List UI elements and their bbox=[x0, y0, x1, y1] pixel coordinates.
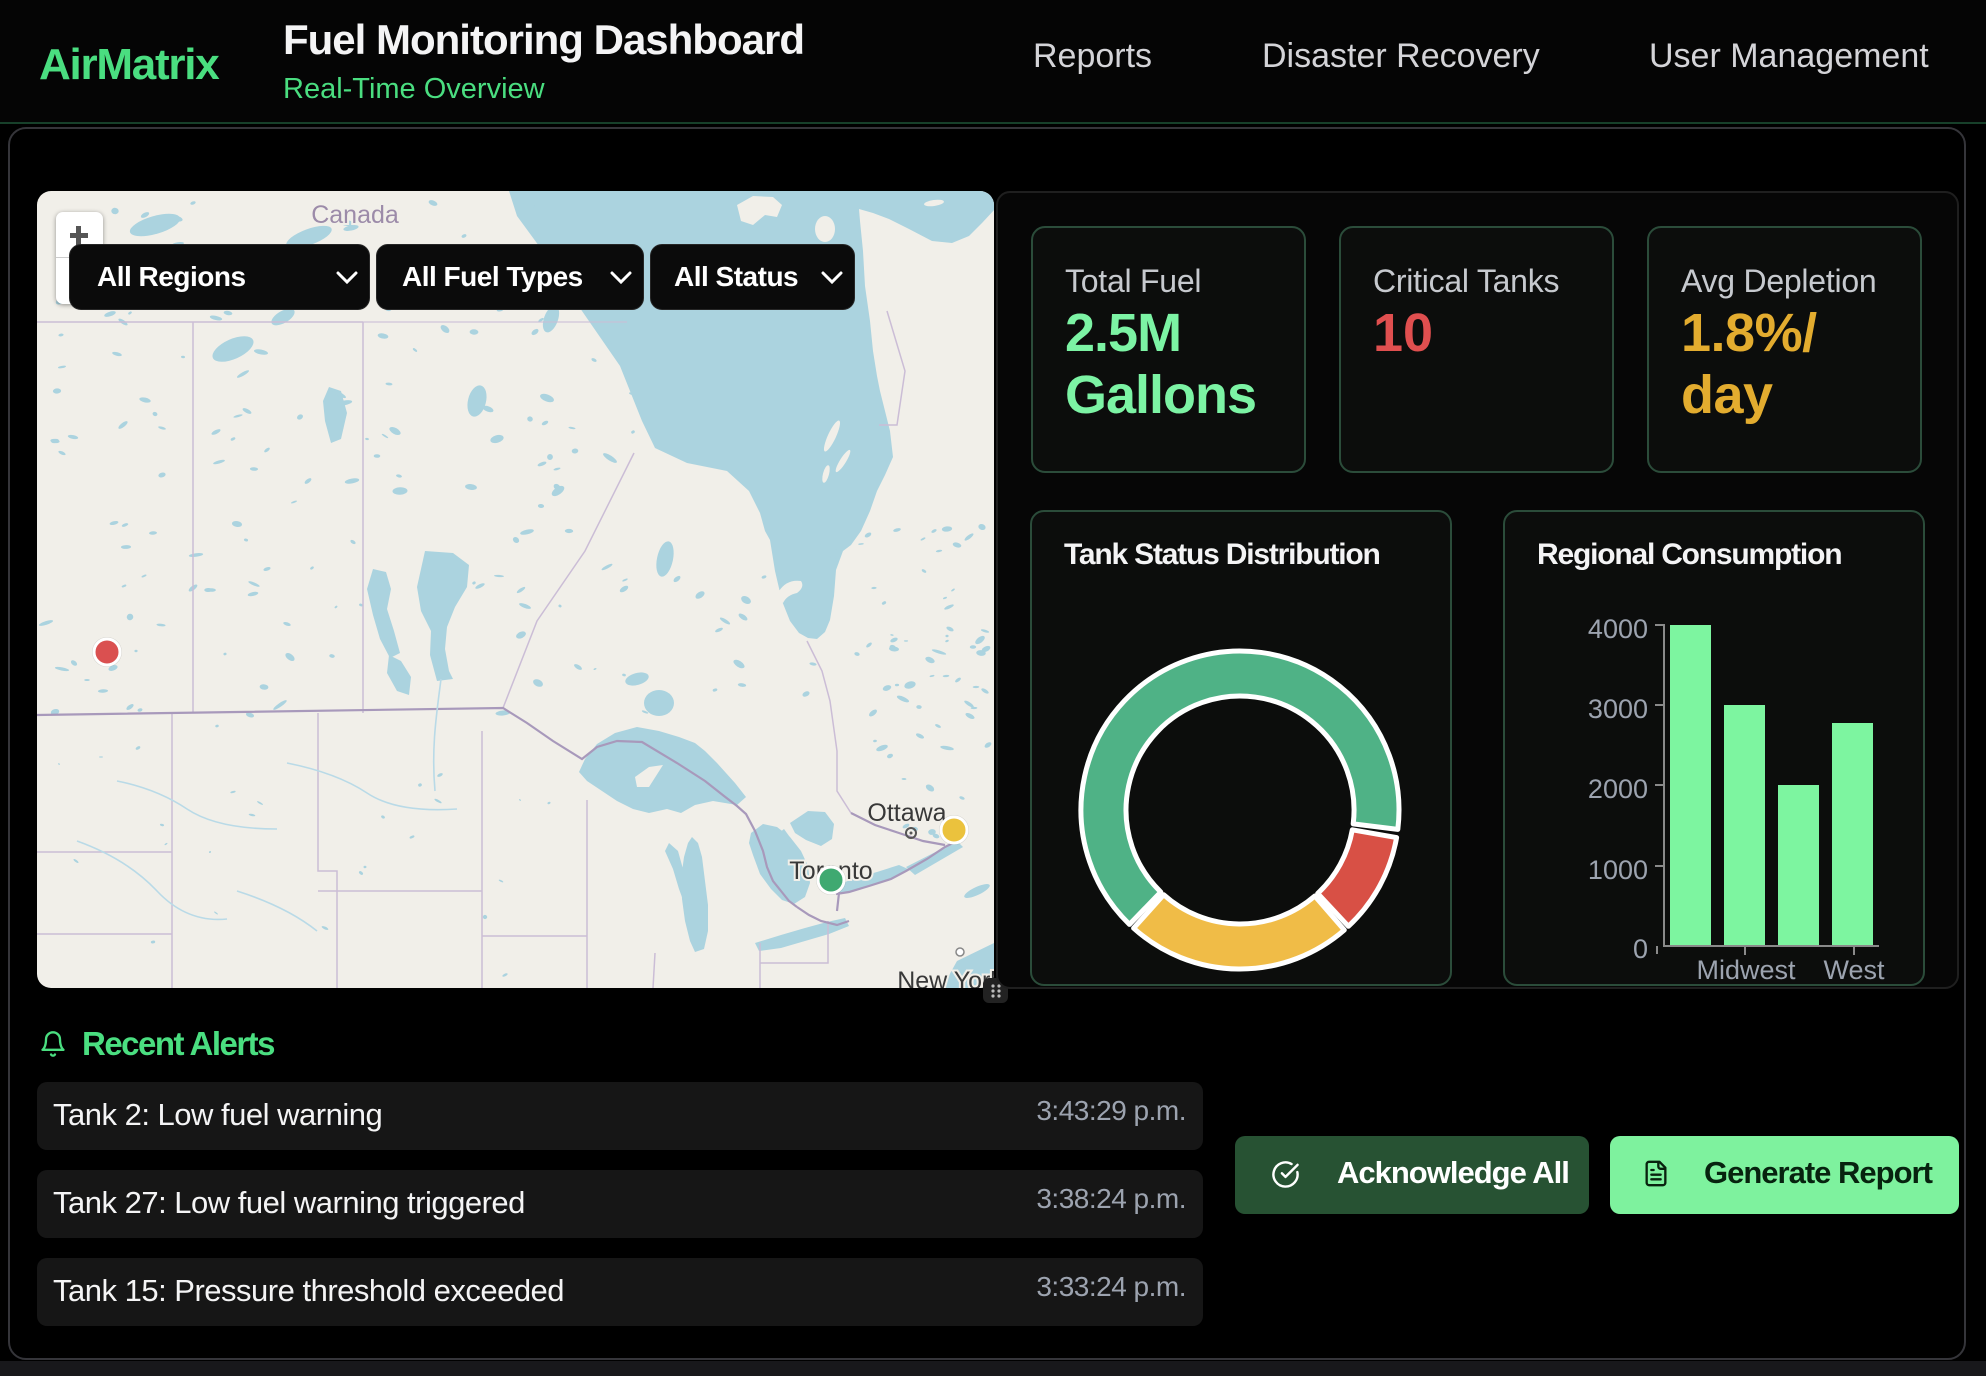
svg-text:Canada: Canada bbox=[311, 201, 399, 229]
svg-text:Ottawa: Ottawa bbox=[867, 799, 946, 827]
svg-text:New York: New York bbox=[897, 967, 994, 988]
